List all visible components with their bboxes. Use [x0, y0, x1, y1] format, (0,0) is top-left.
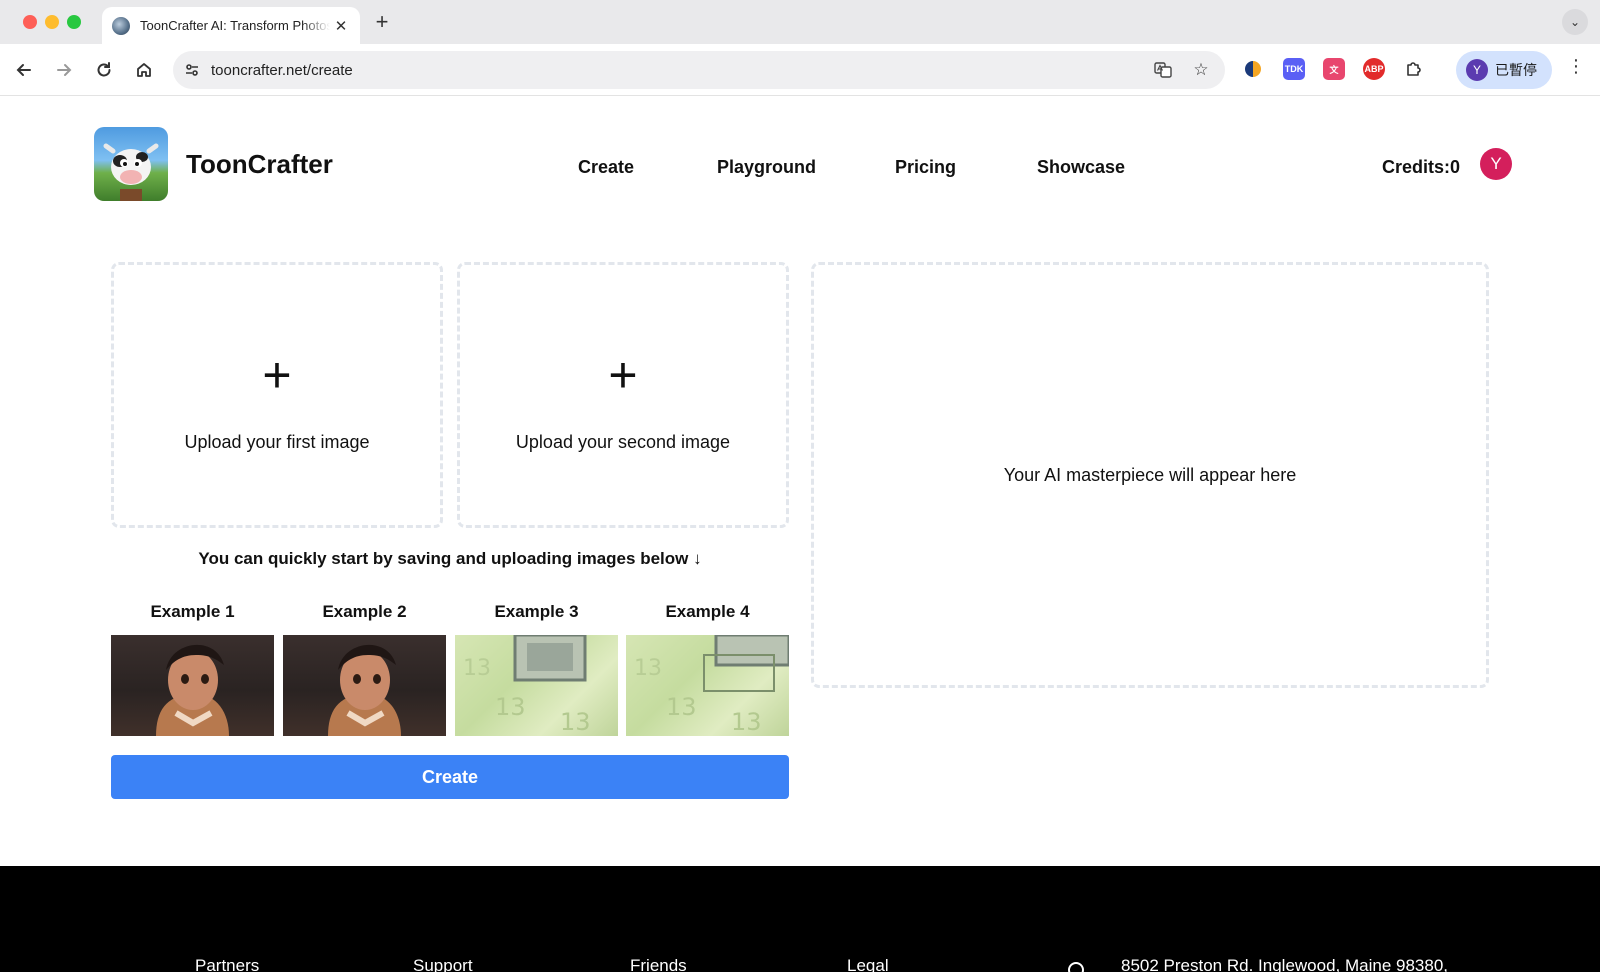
- tab-close-icon[interactable]: ✕: [332, 17, 350, 35]
- upload-second-image-dropzone[interactable]: + Upload your second image: [457, 262, 789, 528]
- browser-menu-icon[interactable]: ⋮: [1566, 56, 1586, 77]
- address-bar[interactable]: tooncrafter.net/create ☆: [173, 51, 1225, 89]
- footer-address: 8502 Preston Rd. Inglewood, Maine 98380,: [1121, 956, 1449, 972]
- browser-profile-button[interactable]: Y 已暫停: [1456, 51, 1552, 89]
- extension-image-translate-icon[interactable]: 文: [1323, 58, 1345, 80]
- svg-text:13: 13: [560, 708, 591, 736]
- tab-title: ToonCrafter AI: Transform Photos: [140, 18, 330, 33]
- svg-text:13: 13: [666, 693, 697, 721]
- footer-partners-heading[interactable]: Partners: [195, 956, 259, 972]
- window-maximize-button[interactable]: [67, 15, 81, 29]
- plus-icon: +: [608, 347, 638, 403]
- translate-icon[interactable]: [1151, 58, 1175, 82]
- window-close-button[interactable]: [23, 15, 37, 29]
- browser-tab-bar: ToonCrafter AI: Transform Photos ✕ + ⌄: [0, 0, 1600, 44]
- site-header: ToonCrafter Create Playground Pricing Sh…: [0, 96, 1600, 232]
- extension-color-icon[interactable]: [1242, 58, 1264, 80]
- example-2-image[interactable]: [283, 635, 446, 736]
- browser-toolbar: tooncrafter.net/create ☆ TDK 文 ABP Y 已暫停…: [0, 44, 1600, 96]
- upload-first-image-label: Upload your first image: [184, 432, 370, 452]
- window-minimize-button[interactable]: [45, 15, 59, 29]
- user-avatar[interactable]: Y: [1480, 148, 1512, 180]
- new-tab-button[interactable]: +: [370, 9, 394, 35]
- examples-hint: You can quickly start by saving and uplo…: [198, 549, 702, 568]
- site-footer: Partners Support Friends Legal 8502 Pres…: [0, 866, 1600, 972]
- url-text: tooncrafter.net/create: [211, 61, 353, 79]
- brand-name[interactable]: ToonCrafter: [186, 149, 333, 180]
- result-placeholder-text: Your AI masterpiece will appear here: [1003, 464, 1297, 485]
- logo-image[interactable]: [94, 127, 168, 201]
- profile-status-label: 已暫停: [1495, 63, 1537, 79]
- footer-legal-heading[interactable]: Legal: [847, 956, 889, 972]
- nav-pricing[interactable]: Pricing: [895, 157, 956, 178]
- upload-second-image-label: Upload your second image: [515, 432, 731, 452]
- extensions-puzzle-icon[interactable]: [1403, 58, 1425, 80]
- example-4-label: Example 4: [665, 602, 750, 621]
- example-1-label: Example 1: [150, 602, 235, 621]
- example-3-label: Example 3: [494, 602, 579, 621]
- upload-first-image-dropzone[interactable]: + Upload your first image: [111, 262, 443, 528]
- site-settings-icon[interactable]: [181, 59, 203, 81]
- browser-tab-active[interactable]: ToonCrafter AI: Transform Photos ✕: [102, 7, 360, 44]
- profile-avatar: Y: [1466, 59, 1488, 81]
- example-4-image[interactable]: 13 13 13: [626, 635, 789, 736]
- credits-counter: Credits:0: [1382, 157, 1461, 177]
- forward-icon[interactable]: [50, 56, 78, 84]
- extension-adblock-icon[interactable]: ABP: [1363, 58, 1385, 80]
- create-button[interactable]: Create: [111, 755, 789, 799]
- nav-create[interactable]: Create: [578, 157, 634, 178]
- svg-text:13: 13: [495, 693, 526, 721]
- example-1-image[interactable]: [111, 635, 274, 736]
- result-preview-area: Your AI masterpiece will appear here: [811, 262, 1489, 688]
- bookmark-star-icon[interactable]: ☆: [1189, 58, 1213, 82]
- nav-showcase[interactable]: Showcase: [1037, 157, 1125, 178]
- example-3-image[interactable]: 13 13 13: [455, 635, 618, 736]
- favicon-icon: [112, 16, 130, 35]
- reload-icon[interactable]: [90, 56, 118, 84]
- home-icon[interactable]: [130, 56, 158, 84]
- location-pin-icon: [1068, 962, 1084, 972]
- footer-friends-heading[interactable]: Friends: [630, 956, 687, 972]
- svg-text:13: 13: [463, 656, 491, 681]
- svg-text:13: 13: [731, 708, 762, 736]
- extension-tdk-icon[interactable]: TDK: [1283, 58, 1305, 80]
- example-2-label: Example 2: [322, 602, 407, 621]
- plus-icon: +: [262, 347, 292, 403]
- back-icon[interactable]: [10, 56, 38, 84]
- nav-playground[interactable]: Playground: [717, 157, 816, 178]
- svg-text:13: 13: [634, 656, 662, 681]
- footer-support-heading[interactable]: Support: [413, 956, 473, 972]
- tab-search-menu-icon[interactable]: ⌄: [1562, 9, 1588, 35]
